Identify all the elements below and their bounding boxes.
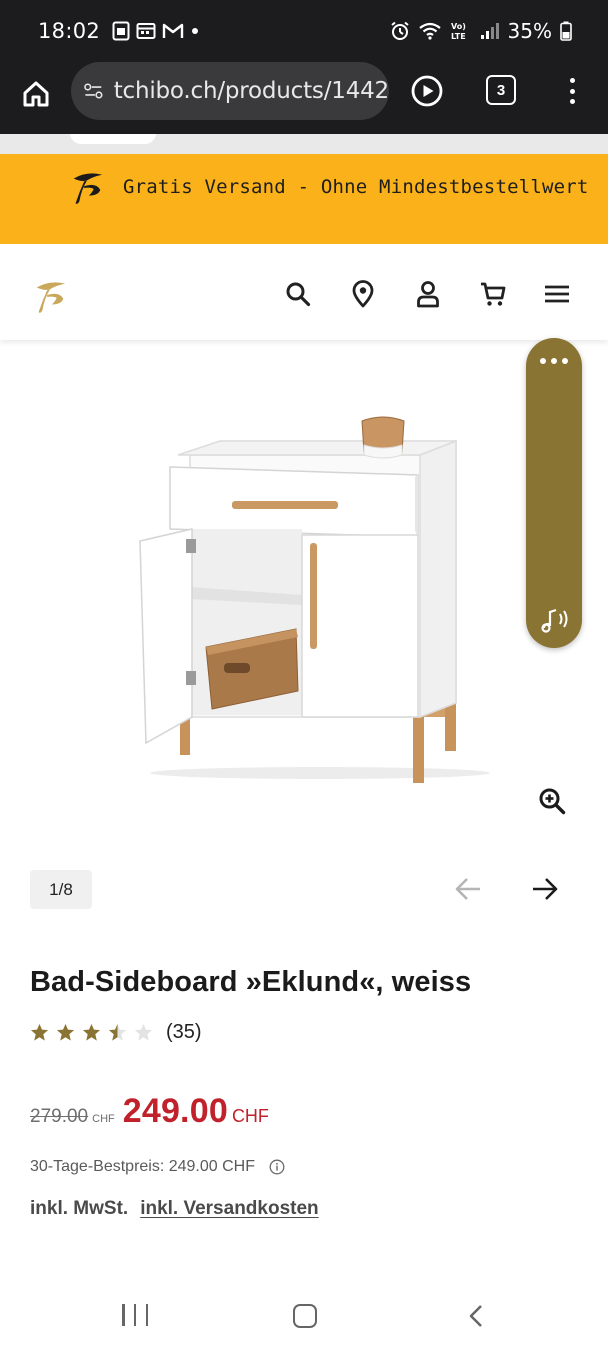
zoom-button[interactable] [538,787,566,815]
recent-apps-button[interactable] [122,1304,148,1326]
shipping-costs-link[interactable]: inkl. Versandkosten [140,1198,318,1220]
dot-icon [190,26,200,36]
system-navigation-bar [0,1280,608,1350]
menu-icon [545,285,569,303]
rating-stars [30,1023,153,1042]
accessibility-widget[interactable] [526,338,582,648]
account-button[interactable] [414,280,442,308]
image-counter: 1/8 [30,870,92,909]
status-bar: 18:02 Vo) LTE 35% [0,0,608,62]
star-empty-icon [134,1023,153,1041]
info-icon[interactable] [269,1159,285,1175]
back-button[interactable] [468,1304,484,1328]
tchibo-logo[interactable] [30,276,70,314]
battery-percent: 35% [507,19,552,43]
url-text: tchibo.ch/products/1442 [113,78,389,104]
product-title: Bad-Sideboard »Eklund«, weiss [30,966,472,998]
site-settings-icon[interactable] [83,80,104,102]
vat-label: inkl. MwSt. [30,1198,129,1219]
account-icon [417,281,439,308]
home-button[interactable] [293,1304,317,1328]
star-half-icon [108,1023,127,1041]
review-count[interactable]: (35) [166,1021,202,1044]
product-image[interactable] [120,405,500,790]
star-full-icon [30,1023,49,1041]
wifi-icon [418,22,442,40]
arrow-left-icon [455,878,480,900]
browser-home-button[interactable] [18,76,54,112]
peek-pill [70,134,156,144]
menu-button[interactable] [543,280,571,308]
menu-dot [569,78,575,83]
promo-text: Gratis Versand - Ohne Mindestbestellwert [123,176,589,198]
star-full-icon [82,1023,101,1041]
gmail-icon [162,22,184,40]
home-icon [23,81,49,107]
page: 18:02 Vo) LTE 35% tchibo.ch/products/144… [0,0,608,1350]
scrolled-content-peek [0,134,608,154]
notification-icons [112,21,200,41]
promo-banner[interactable]: Gratis Versand - Ohne Mindestbestellwert [0,154,608,244]
search-icon [286,282,311,307]
search-button[interactable] [284,280,312,308]
site-header [0,244,608,340]
system-icons: Vo) LTE 35% [390,19,572,43]
read-aloud-icon[interactable] [538,604,572,634]
location-icon [352,280,374,308]
svg-text:Vo): Vo) [451,22,466,31]
old-price-currency: CHF [92,1113,115,1125]
cart-icon [481,282,506,306]
browser-toolbar: tchibo.ch/products/1442 3 [0,62,608,134]
star-full-icon [56,1023,75,1041]
sale-price: 249.00 [122,1092,228,1130]
product-rating[interactable]: (35) [30,1021,202,1044]
sale-price-currency: CHF [231,1106,269,1126]
battery-icon [560,21,572,41]
tchibo-logo-icon [73,173,103,204]
play-circle-icon [411,75,443,107]
signal-icon [480,22,500,40]
status-time: 18:02 [38,19,101,43]
store-locator-button[interactable] [349,280,377,308]
address-bar[interactable]: tchibo.ch/products/1442 [71,62,389,120]
menu-dot [569,88,575,94]
sim-card-icon [112,21,130,41]
best-price-text: 30-Tage-Bestpreis: 249.00 CHF [30,1158,255,1175]
previous-image-button[interactable] [454,876,482,902]
listen-button[interactable] [410,74,444,108]
price-row: 279.00 CHF 249.00 CHF [30,1092,269,1131]
alarm-icon [390,21,410,41]
old-price: 279.00 [30,1106,89,1127]
menu-dot [569,99,575,104]
svg-text:LTE: LTE [451,32,466,41]
calendar-icon [136,22,156,40]
arrow-right-icon [533,878,558,900]
best-price-info: 30-Tage-Bestpreis: 249.00 CHF [30,1158,285,1176]
browser-menu-button[interactable] [560,74,584,108]
cart-button[interactable] [479,280,507,308]
zoom-in-icon [539,788,566,815]
tax-info: inkl. MwSt. inkl. Versandkosten [30,1198,319,1220]
volte-icon: Vo) LTE [450,20,472,42]
tab-switcher-button[interactable]: 3 [486,75,516,105]
more-options-icon[interactable] [540,358,568,366]
next-image-button[interactable] [531,876,559,902]
